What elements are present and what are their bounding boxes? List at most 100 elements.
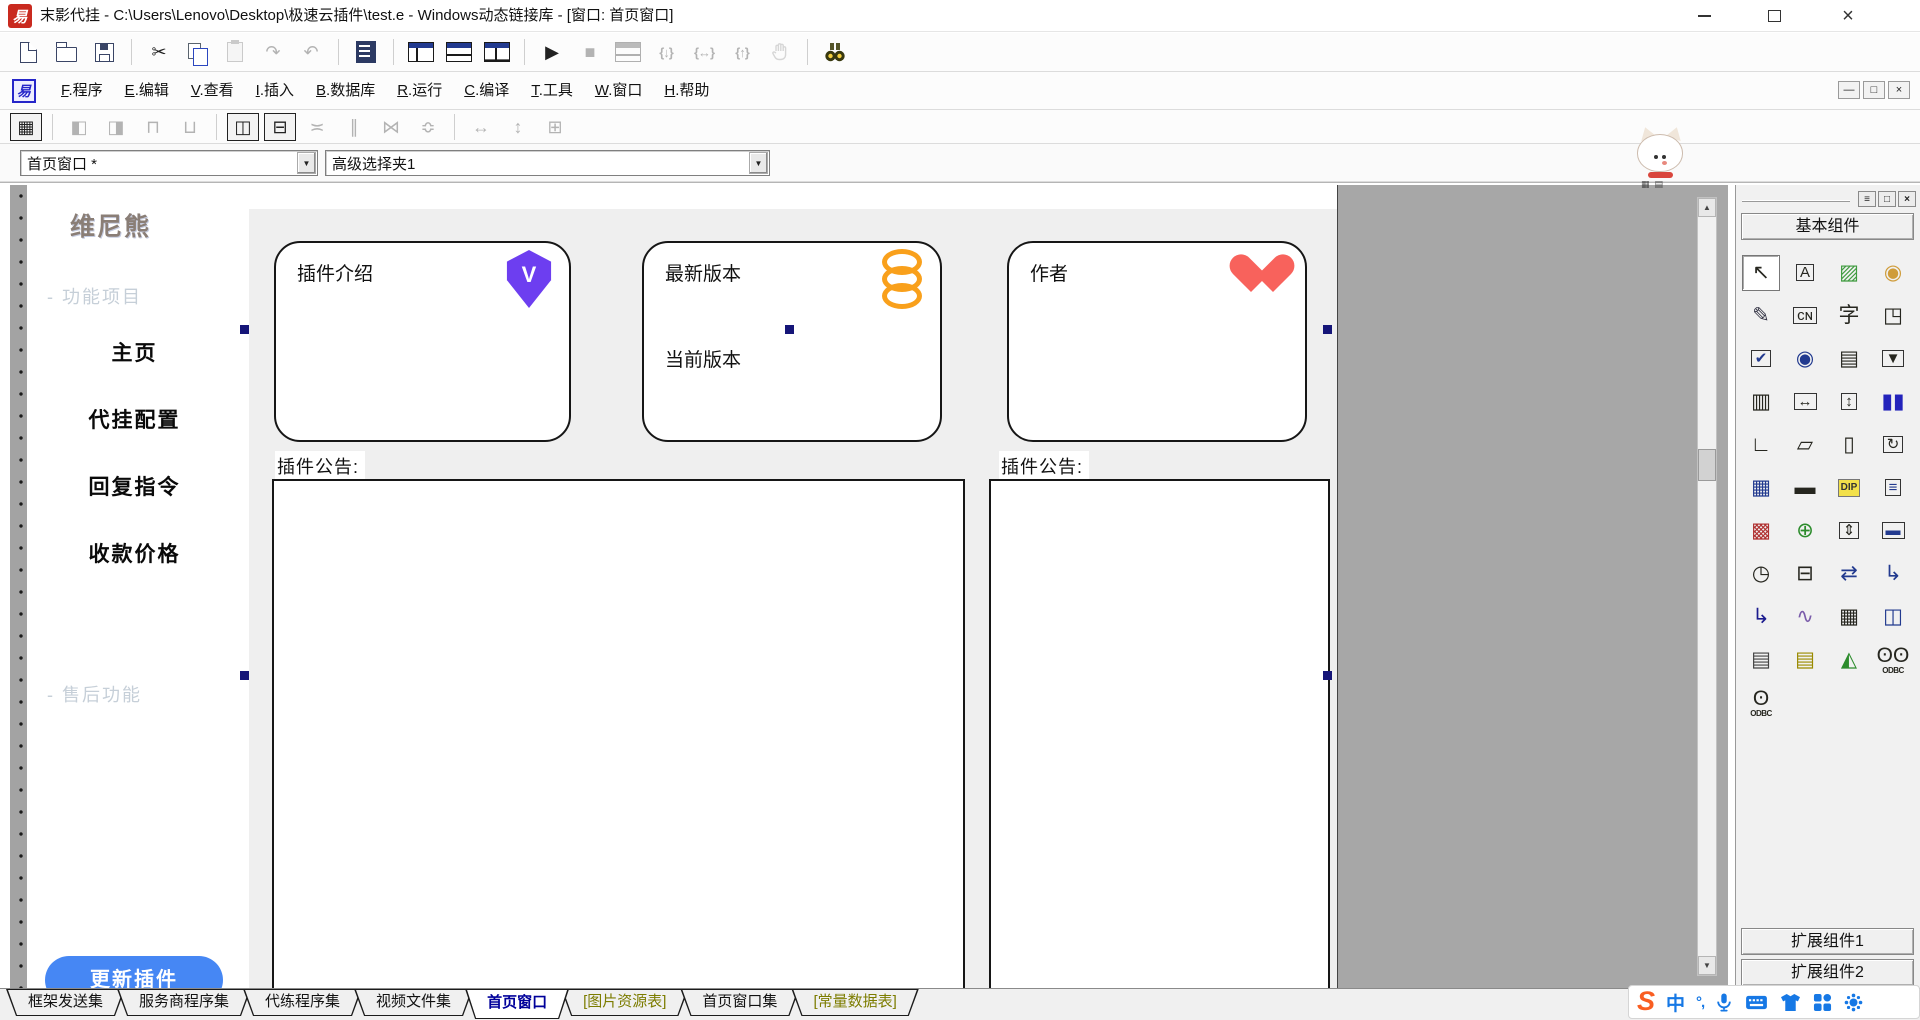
checkbox-icon[interactable]: ✔ [1742,341,1780,377]
ex-window-icon[interactable]: ▬ [1874,513,1912,549]
paste-icon[interactable] [219,38,251,66]
copy-icon[interactable] [181,38,213,66]
tab-4[interactable]: 视频文件集 [354,989,473,1016]
db-list-icon[interactable]: ▤ [1786,642,1824,678]
radio-button-icon[interactable]: ◉ [1786,341,1824,377]
chart-box-icon[interactable]: ◭ [1830,642,1868,678]
nav-item-3[interactable]: 回复指令 [27,471,242,501]
data-grid-icon[interactable]: ▦ [1830,599,1868,635]
center-in-window-icon[interactable]: ≎ [412,113,444,141]
basic-components-button[interactable]: 基本组件 [1741,213,1914,240]
selection-handle[interactable] [240,325,249,334]
stop-icon[interactable]: ■ [574,38,606,66]
tab-folder-icon[interactable]: ▱ [1786,427,1824,463]
tab-7[interactable]: 首页窗口集 [680,989,799,1016]
card-plugin-intro[interactable]: 插件介绍 V [274,241,571,442]
h-scrollbar-icon[interactable]: ↔ [1786,384,1824,420]
month-calendar-icon[interactable]: ▦ [1742,470,1780,506]
printer-icon[interactable]: ⊟ [1786,556,1824,592]
step-out-icon[interactable]: {↑} [726,38,758,66]
pause-hand-icon[interactable] [764,38,796,66]
open-file-icon[interactable] [50,38,82,66]
nav-item-2[interactable]: 代挂配置 [27,404,242,434]
punctuation-icon[interactable]: °, [1696,994,1704,1011]
skin-shirt-icon[interactable] [1780,993,1801,1012]
undo-icon[interactable]: ↶ [295,38,327,66]
color-palette-icon[interactable]: ▩ [1742,513,1780,549]
maximize-button[interactable] [1752,0,1796,32]
notice-label[interactable]: 插件公告: [999,451,1089,482]
text-label-icon[interactable]: 字 [1830,298,1868,334]
dip-control-icon[interactable]: DIP [1830,470,1868,506]
extended-components1-button[interactable]: 扩展组件1 [1741,928,1914,955]
window-split-bottom-icon[interactable] [443,38,475,66]
data-transceiver-icon[interactable]: ⇄ [1830,556,1868,592]
menu-e[interactable]: E.编辑 [114,73,180,109]
save-icon[interactable] [88,38,120,66]
brand-label[interactable]: 维尼熊 [70,207,151,243]
menu-c[interactable]: C.编译 [453,73,520,109]
progress-bar-icon[interactable]: ▮▮ [1874,384,1912,420]
card-author[interactable]: 作者 [1007,241,1307,442]
server-socket-icon[interactable]: ↳ [1742,599,1780,635]
tab-6[interactable]: [图片资源表] [561,989,688,1016]
tab-8[interactable]: [常量数据表] [791,989,918,1016]
split-panel-icon[interactable]: ◫ [1874,599,1912,635]
nav-item-1[interactable]: 主页 [27,337,242,367]
extended-components2-button[interactable]: 扩展组件2 [1741,959,1914,986]
same-size-icon[interactable]: ⊞ [539,113,571,141]
size-to-fit-icon[interactable]: ⋈ [375,113,407,141]
window-selector-combobox[interactable]: 首页窗口 * [20,150,318,176]
cat-mascot[interactable]: ▦▤ [1633,128,1689,186]
scroll-down-icon[interactable]: ▼ [1698,956,1716,975]
palette-menu-button[interactable]: ≡ [1858,191,1876,207]
menu-w[interactable]: W.窗口 [584,73,654,109]
menu-h[interactable]: H.帮助 [653,73,720,109]
same-width-icon[interactable]: ↔ [465,113,497,141]
frame-border-icon[interactable]: ◳ [1874,298,1912,334]
list-box-icon[interactable]: ▤ [1830,341,1868,377]
notice-editbox[interactable] [272,479,965,989]
group-label-features[interactable]: - 功能项目 [47,283,142,309]
card-version[interactable]: 最新版本 当前版本 [642,241,942,442]
chinese-mode-icon[interactable]: 中 [1666,989,1685,1016]
update-plugin-button[interactable]: 更新插件 [45,956,223,989]
center-vertical-icon[interactable]: ⊟ [264,113,296,141]
file-list-icon[interactable]: ▤ [1742,642,1780,678]
selection-handle[interactable] [240,671,249,680]
selection-handle[interactable] [785,325,794,334]
align-right-icon[interactable]: ◨ [100,113,132,141]
microphone-icon[interactable] [1715,992,1733,1013]
document-view-icon[interactable]: ≡ [1874,470,1912,506]
group-box-icon[interactable]: ᴄɴ [1786,298,1824,334]
vertical-scrollbar[interactable]: ▲ ▼ [1697,197,1717,976]
close-button[interactable]: × [1826,0,1870,32]
chevron-down-icon[interactable] [749,152,768,174]
cut-icon[interactable]: ✂ [143,38,175,66]
align-bottom-icon[interactable]: ⊔ [174,113,206,141]
menu-v[interactable]: V.查看 [180,73,245,109]
client-socket-icon[interactable]: ↳ [1874,556,1912,592]
selection-handle[interactable] [1323,671,1332,680]
center-horizontal-icon[interactable]: ◫ [227,113,259,141]
odbc-database-icon[interactable]: ʘʘODBC [1874,642,1912,678]
group-label-aftersale[interactable]: - 售后功能 [47,681,142,707]
notice-label[interactable]: 插件公告: [275,451,365,482]
scroll-up-icon[interactable]: ▲ [1698,198,1716,217]
menu-i[interactable]: I.插入 [245,73,305,109]
sogou-logo-icon[interactable]: S [1637,986,1655,1016]
palette-drag-handle[interactable] [1742,200,1850,202]
scrollbar-thumb[interactable] [1698,449,1716,481]
picture-box-icon[interactable]: ▨ [1830,255,1868,291]
serial-port-icon[interactable]: ∿ [1786,599,1824,635]
internet-transfer-icon[interactable]: ⊕ [1786,513,1824,549]
pointer-icon[interactable]: ↖ [1742,255,1780,291]
draw-board-icon[interactable]: ◉ [1874,255,1912,291]
space-equal-v-icon[interactable]: ∥ [338,113,370,141]
window-split-left-icon[interactable] [405,38,437,66]
form-grid-icon[interactable]: ▦ [10,113,42,141]
clock-timer-icon[interactable]: ◷ [1742,556,1780,592]
menu-f[interactable]: F.程序 [50,73,114,109]
tab-2[interactable]: 服务商程序集 [117,989,251,1016]
redo-icon[interactable]: ↷ [257,38,289,66]
